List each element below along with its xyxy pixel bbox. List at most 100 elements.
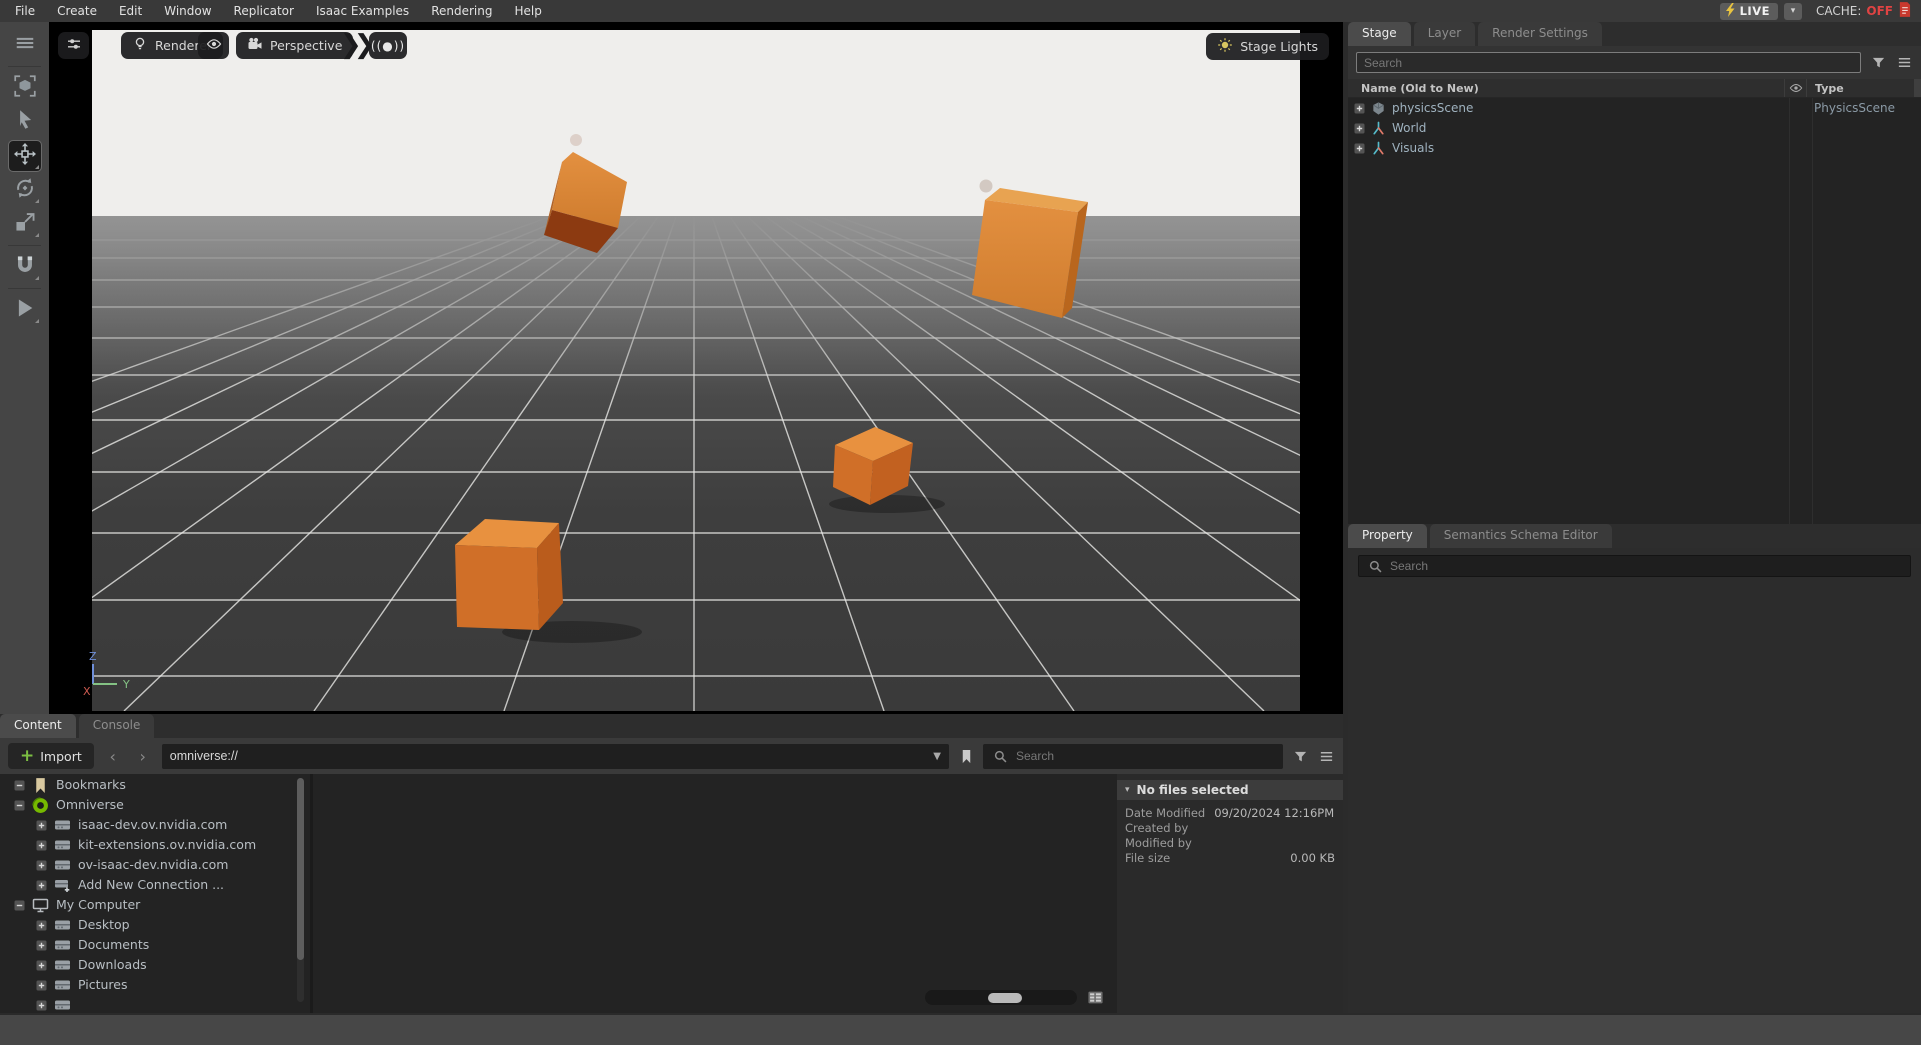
nav-forward-button[interactable]: › xyxy=(132,747,154,766)
tree-item-ov-isaac-dev-nvidia-com[interactable]: ov-isaac-dev.nvidia.com xyxy=(0,854,310,874)
live-button[interactable]: LIVE xyxy=(1720,3,1778,20)
menu-item-replicator[interactable]: Replicator xyxy=(223,1,305,21)
tree-item-documents[interactable]: Documents xyxy=(0,934,310,954)
property-tab-property[interactable]: Property xyxy=(1348,524,1427,548)
stage-tab-render-settings[interactable]: Render Settings xyxy=(1478,22,1602,46)
orange-cube-center[interactable] xyxy=(829,427,945,513)
property-tab-semantics-schema-editor[interactable]: Semantics Schema Editor xyxy=(1430,524,1612,548)
prim-name[interactable]: World xyxy=(1392,121,1426,135)
menu-item-window[interactable]: Window xyxy=(153,1,222,21)
options-menu-icon[interactable] xyxy=(1895,54,1913,72)
toolbar-expand-chevrons-icon[interactable]: ❯❯ xyxy=(340,32,369,59)
stage-search-input[interactable] xyxy=(1356,52,1861,73)
slider-handle[interactable] xyxy=(988,993,1022,1003)
content-search-box[interactable] xyxy=(983,744,1283,769)
menu-item-isaac-examples[interactable]: Isaac Examples xyxy=(305,1,420,21)
import-button[interactable]: + Import xyxy=(8,743,94,769)
expander-plus-icon[interactable] xyxy=(36,939,47,950)
tree-item-add-new-connection-[interactable]: Add New Connection ... xyxy=(0,874,310,894)
column-type[interactable]: Type xyxy=(1806,79,1914,97)
gray-sphere[interactable] xyxy=(570,134,582,146)
tool-cursor-button[interactable] xyxy=(9,107,41,137)
tree-item-desktop[interactable]: Desktop xyxy=(0,914,310,934)
gray-sphere[interactable] xyxy=(980,180,993,193)
tree-item-omniverse[interactable]: Omniverse xyxy=(0,794,310,814)
expander-plus-icon[interactable] xyxy=(1354,103,1365,114)
thumbnail-scale-slider[interactable] xyxy=(925,990,1077,1005)
column-name[interactable]: Name (Old to New) xyxy=(1348,82,1784,95)
tree-item-downloads[interactable]: Downloads xyxy=(0,954,310,974)
menu-item-file[interactable]: File xyxy=(4,1,46,21)
path-input[interactable] xyxy=(170,749,926,763)
path-dropdown-icon[interactable]: ▼ xyxy=(933,751,941,762)
expander-minus-icon[interactable] xyxy=(14,899,25,910)
menu-item-help[interactable]: Help xyxy=(503,1,552,21)
stage-row-physicsScene[interactable]: physicsScenePhysicsScene xyxy=(1348,98,1921,118)
content-tab-console[interactable]: Console xyxy=(79,714,155,738)
expander-minus-icon[interactable] xyxy=(14,779,25,790)
sensor-button[interactable]: ((●)) xyxy=(369,32,407,59)
stage-lights-button[interactable]: Stage Lights xyxy=(1206,33,1329,60)
camera-button[interactable]: Perspective xyxy=(236,32,353,59)
expander-plus-icon[interactable] xyxy=(36,999,47,1010)
nav-back-button[interactable]: ‹ xyxy=(102,747,124,766)
expander-plus-icon[interactable] xyxy=(1354,123,1365,134)
info-header[interactable]: ▾ No files selected xyxy=(1117,780,1343,800)
expander-plus-icon[interactable] xyxy=(36,959,47,970)
file-info-pane: ▾ No files selected Date Modified09/20/2… xyxy=(1117,774,1343,1013)
expander-plus-icon[interactable] xyxy=(36,879,47,890)
stage-row-World[interactable]: World xyxy=(1348,118,1921,138)
tree-scrollbar[interactable] xyxy=(297,778,304,1002)
path-field[interactable]: ▼ xyxy=(162,744,949,769)
tool-select-mode-button[interactable] xyxy=(9,73,41,103)
menu-item-create[interactable]: Create xyxy=(46,1,108,21)
filter-icon[interactable] xyxy=(1869,54,1887,72)
tree-item-pictures[interactable]: Pictures xyxy=(0,974,310,994)
menu-item-edit[interactable]: Edit xyxy=(108,1,153,21)
file-grid-area[interactable] xyxy=(313,774,1117,1013)
content-tab-content[interactable]: Content xyxy=(0,714,76,738)
tool-rotate-button[interactable] xyxy=(9,175,41,205)
filter-icon[interactable] xyxy=(1291,747,1309,765)
viewport-settings-button[interactable] xyxy=(58,32,89,59)
expander-minus-icon[interactable] xyxy=(14,799,25,810)
stage-row-Visuals[interactable]: Visuals xyxy=(1348,138,1921,158)
tree-item-my-computer[interactable]: My Computer xyxy=(0,894,310,914)
live-dropdown-button[interactable]: ▾ xyxy=(1784,3,1802,20)
prim-name[interactable]: Visuals xyxy=(1392,141,1434,155)
expander-plus-icon[interactable] xyxy=(36,859,47,870)
tree-item-bookmarks[interactable]: Bookmarks xyxy=(0,774,310,794)
visibility-column-eye-icon[interactable] xyxy=(1784,79,1806,97)
stage-tab-layer[interactable]: Layer xyxy=(1414,22,1475,46)
info-row-file-size: File size0.00 KB xyxy=(1117,851,1343,866)
menu-item-rendering[interactable]: Rendering xyxy=(420,1,503,21)
grid-view-toggle-icon[interactable] xyxy=(1083,987,1107,1008)
bookmark-icon[interactable] xyxy=(957,747,975,765)
expander-plus-icon[interactable] xyxy=(36,979,47,990)
tree-item-kit-extensions-ov-nvidia-com[interactable]: kit-extensions.ov.nvidia.com xyxy=(0,834,310,854)
rotate-icon xyxy=(14,177,36,203)
expander-plus-icon[interactable] xyxy=(1354,143,1365,154)
expander-plus-icon[interactable] xyxy=(36,919,47,930)
orange-cube-falling-right[interactable] xyxy=(972,180,1088,319)
content-search-input[interactable] xyxy=(1016,749,1275,763)
prim-name[interactable]: physicsScene xyxy=(1392,101,1473,115)
expander-plus-icon[interactable] xyxy=(36,819,47,830)
xform-icon xyxy=(1371,141,1386,156)
tool-play-button[interactable] xyxy=(9,295,41,325)
tool-snap-button[interactable] xyxy=(9,252,41,282)
orange-cube-bottom-left[interactable] xyxy=(455,519,642,643)
tree-item-isaac-dev-ov-nvidia-com[interactable]: isaac-dev.ov.nvidia.com xyxy=(0,814,310,834)
visibility-button[interactable] xyxy=(198,32,229,59)
stage-column-header[interactable]: Name (Old to New) Type xyxy=(1348,79,1921,98)
property-search-input[interactable] xyxy=(1390,559,1903,573)
tool-scale-button[interactable] xyxy=(9,209,41,239)
options-menu-icon[interactable] xyxy=(1317,747,1335,765)
stage-tab-stage[interactable]: Stage xyxy=(1348,22,1411,46)
tool-menu-button[interactable] xyxy=(9,30,41,60)
viewport-render-area[interactable] xyxy=(92,30,1300,711)
expander-plus-icon[interactable] xyxy=(36,839,47,850)
tree-item-partial[interactable] xyxy=(0,994,310,1013)
viewport[interactable]: Renderer Perspective ❯❯ ((●)) Stage Ligh… xyxy=(49,22,1343,714)
tool-move-button[interactable] xyxy=(9,141,41,171)
